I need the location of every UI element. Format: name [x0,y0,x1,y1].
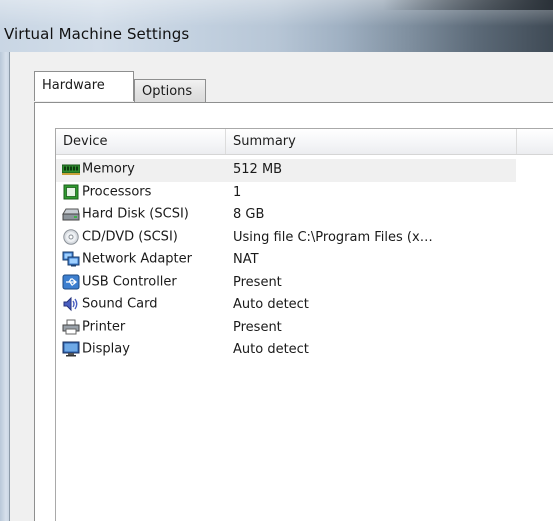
column-header-device[interactable]: Device [56,129,226,154]
device-summary: Present [233,319,282,335]
tab-options[interactable]: Options [134,79,206,103]
tab-hardware[interactable]: Hardware [34,71,134,101]
device-row-cd-dvd[interactable]: CD/DVD (SCSI) Using file C:\Program File… [56,227,516,250]
device-cell: Hard Disk (SCSI) [62,206,226,224]
device-name: Printer [82,319,126,334]
cd-dvd-icon [62,228,80,245]
device-summary: Auto detect [233,342,309,357]
device-summary: 1 [233,184,242,200]
device-summary: NAT [233,252,259,267]
device-cell: Sound Card [62,296,226,314]
device-summary: Using file C:\Program Files (x… [233,229,433,245]
display-icon [62,341,80,357]
list-header: Device Summary [56,129,553,155]
device-name: Processors [82,184,152,199]
device-row-sound-card[interactable]: Sound Card Auto detect [56,294,516,317]
device-row-usb-controller[interactable]: USB Controller Present [56,272,516,295]
device-cell: Display [62,341,226,359]
column-header-summary[interactable]: Summary [226,129,517,154]
device-name: CD/DVD (SCSI) [82,229,178,244]
hardware-tab-page: Device Summary Memory 512 MB Processors … [34,102,553,521]
device-summary: 8 GB [233,207,265,222]
device-list[interactable]: Device Summary Memory 512 MB Processors … [55,128,553,521]
device-row-memory[interactable]: Memory 512 MB [56,159,516,182]
window-title: Virtual Machine Settings [4,25,190,43]
processor-icon [62,184,80,200]
device-row-printer[interactable]: Printer Present [56,317,516,340]
device-name: Network Adapter [82,251,192,267]
vm-settings-window: Virtual Machine Settings Hardware Option… [0,0,553,521]
device-name: Memory [82,161,135,177]
device-summary: 512 MB [233,162,283,177]
printer-icon [62,319,80,335]
dialog-client-area: Hardware Options Device Summary Memory 5… [10,52,553,521]
device-name: Sound Card [82,296,158,312]
device-row-network-adapter[interactable]: Network Adapter NAT [56,249,516,272]
device-summary: Present [233,274,282,290]
hard-disk-icon [62,206,80,222]
device-cell: CD/DVD (SCSI) [62,228,226,247]
device-cell: Memory [62,161,226,179]
network-adapter-icon [62,251,80,267]
device-row-display[interactable]: Display Auto detect [56,339,516,362]
device-cell: Processors [62,184,226,202]
device-name: Hard Disk (SCSI) [82,206,189,222]
device-rows: Memory 512 MB Processors 1 Hard Disk (SC… [56,159,553,362]
usb-icon [62,274,80,290]
device-row-hard-disk[interactable]: Hard Disk (SCSI) 8 GB [56,204,516,227]
device-cell: Printer [62,319,226,337]
device-cell: Network Adapter [62,251,226,269]
device-row-processors[interactable]: Processors 1 [56,182,516,205]
memory-icon [62,161,80,177]
device-summary: Auto detect [233,297,309,312]
window-frame-left [0,52,10,521]
title-bar[interactable]: Virtual Machine Settings [0,0,553,52]
device-name: Display [82,341,130,357]
device-cell: USB Controller [62,274,226,292]
sound-card-icon [62,296,80,312]
device-name: USB Controller [82,274,177,289]
